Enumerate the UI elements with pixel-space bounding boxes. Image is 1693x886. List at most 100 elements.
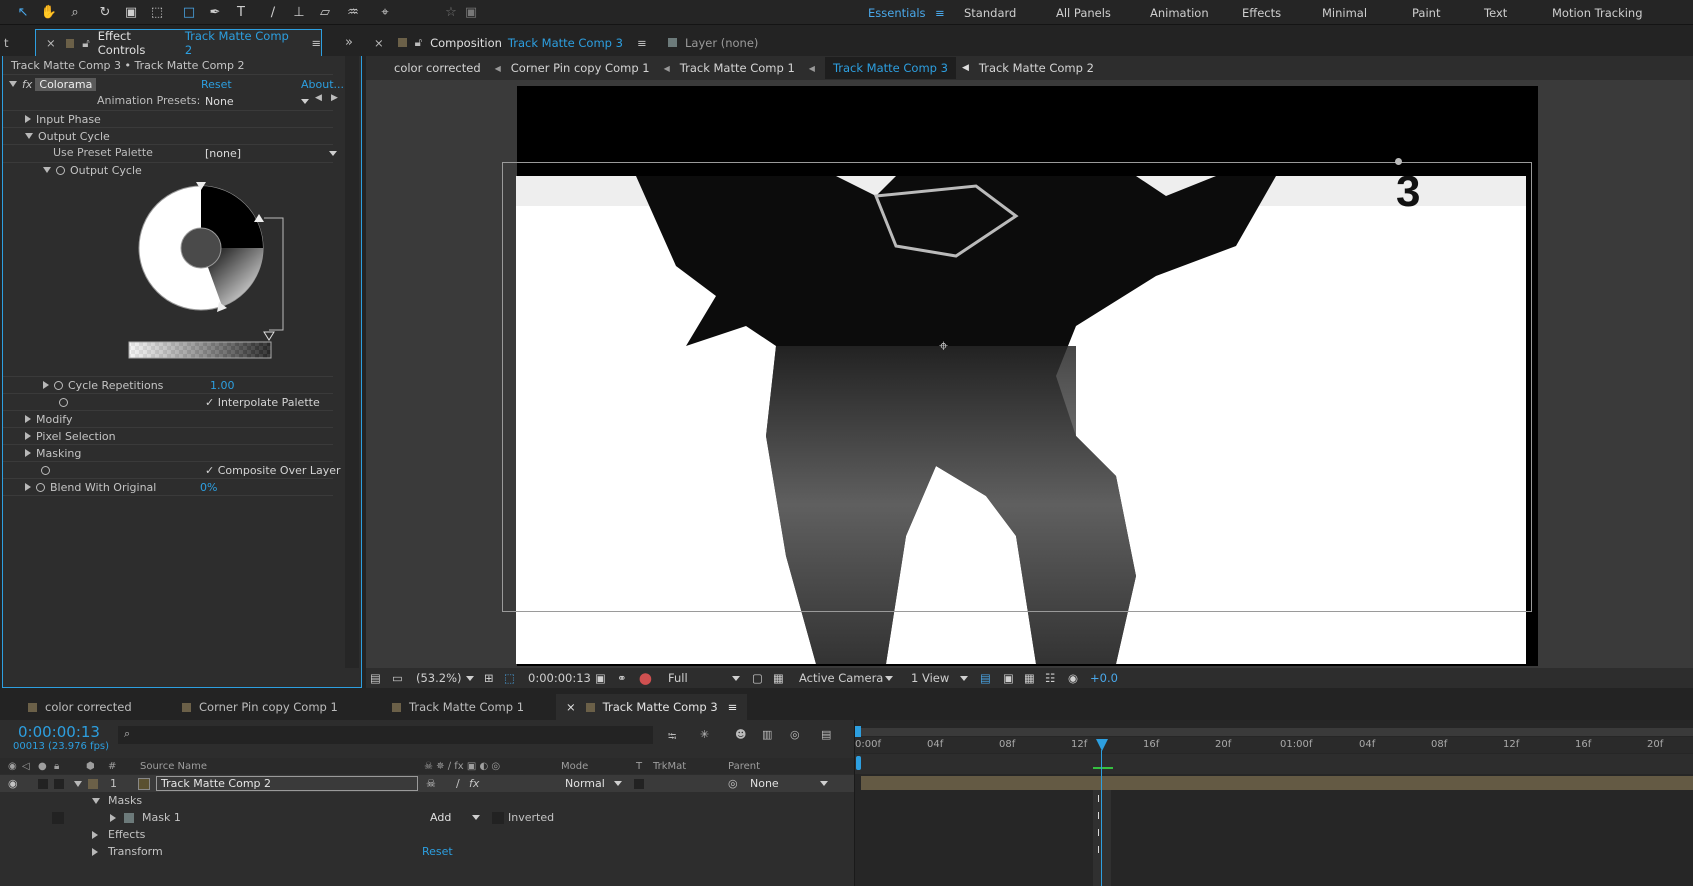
lock-icon[interactable]: 🔓︎ [82,36,89,51]
effect-controls-scrollbar[interactable] [345,56,359,668]
time-graph[interactable]: 0:00f 04f 08f 12f 16f 20f 01:00f 04f 08f… [855,720,1693,886]
close-tab-icon[interactable]: × [374,36,384,50]
stopwatch-icon[interactable] [54,380,63,390]
mask-visibility-box[interactable] [52,811,64,824]
stopwatch-icon[interactable] [59,397,68,407]
panel-overflow-icon[interactable]: » [345,29,353,56]
flow-item-track-matte-2[interactable]: Track Matte Comp 2 [979,61,1094,75]
mask-mode-value[interactable]: Add [430,811,451,824]
workspace-effects[interactable]: Effects [1242,6,1281,20]
workspace-text[interactable]: Text [1484,6,1507,20]
preset-prev-icon[interactable]: ◀ [315,93,322,103]
current-time-display[interactable]: 0:00:00:13 [528,668,591,688]
panel-menu-icon[interactable]: ≡ [311,36,321,50]
layer-parent-value[interactable]: None [750,777,779,790]
layer-duration-bar[interactable] [861,776,1693,790]
transform-row[interactable]: Transform Reset [0,843,860,860]
fx-icon[interactable]: fx [22,78,32,91]
output-cycle-wheel[interactable] [123,182,303,372]
output-cycle-sub-group[interactable]: Output Cycle [3,162,333,178]
lock-icon[interactable]: 🔒︎ [54,761,59,772]
hand-tool-icon[interactable]: ✋ [40,3,58,21]
composition-tab[interactable]: × 🔓︎ Composition Track Matte Comp 3 ≡ [374,29,647,56]
effect-header-colorama[interactable]: fx Colorama [9,76,339,92]
animation-presets-dropdown[interactable]: None [205,93,309,109]
chevron-down-icon[interactable] [820,781,828,786]
workspace-menu-icon[interactable]: ≡ [935,6,945,20]
toggle-pixel-aspect-icon[interactable]: ▤ [980,668,991,688]
camera-tool-icon[interactable]: ▣ [122,3,140,21]
eye-icon[interactable]: ◉ [8,761,17,772]
workspace-standard[interactable]: Standard [964,6,1016,20]
comp-mini-flowchart-icon[interactable]: ⭾ [668,728,676,747]
layer-row[interactable]: ◉ 1 Track Matte Comp 2 ☠ ∕ fx Normal ◎ N… [0,775,860,792]
frame-blending-icon[interactable]: ▥ [762,728,772,741]
channels-icon[interactable]: ⬤ [639,668,652,688]
mask-color-swatch[interactable] [124,812,134,823]
resolution-value[interactable]: Full [668,668,688,688]
mask-1-row[interactable]: Mask 1 Add Inverted [0,809,860,826]
show-snapshot-icon[interactable]: ⚭ [617,668,627,688]
use-preset-palette-dropdown[interactable]: [none] [205,145,337,161]
timeline-tab-color-corrected[interactable]: color corrected [28,694,132,720]
panel-menu-icon[interactable]: ≡ [637,36,647,50]
pan-behind-tool-icon[interactable]: ⬚ [148,3,166,21]
brush-tool-icon[interactable]: ∕ [264,3,282,21]
flow-item-track-matte-1[interactable]: Track Matte Comp 1 [680,61,795,75]
region-of-interest-icon[interactable]: ▢ [752,668,763,688]
layer-mode-value[interactable]: Normal [565,777,605,790]
rotation-tool-icon[interactable]: ↻ [96,3,114,21]
interpolate-palette-checkbox[interactable]: ✓ Interpolate Palette [205,396,320,409]
flow-item-color-corrected[interactable]: color corrected [394,61,481,75]
quality-switch-icon[interactable]: ∕ [456,777,460,790]
composition-viewer[interactable]: 3 ⌖ [366,80,1693,668]
timeline-icon[interactable]: ▦ [1024,668,1035,688]
snapping-icon[interactable]: ▣ [462,3,480,21]
modify-group[interactable]: Modify [3,411,333,427]
layer-name-field[interactable]: Track Matte Comp 2 [156,776,418,791]
cycle-repetitions-row[interactable]: Cycle Repetitions [3,377,333,393]
input-phase-group[interactable]: Input Phase [3,111,333,127]
column-source-name[interactable]: Source Name [140,761,207,772]
motion-blur-icon[interactable]: ◎ [790,728,800,741]
workspace-essentials[interactable]: Essentials [868,6,926,20]
layer-tab[interactable]: Layer (none) [668,29,758,56]
reset-exposure-icon[interactable]: ◉ [1068,668,1078,688]
eye-icon[interactable]: ◉ [8,777,18,790]
flowchart-icon[interactable]: ☷ [1045,668,1055,688]
pickwhip-icon[interactable]: ◎ [728,777,738,790]
workspace-motion-tracking[interactable]: Motion Tracking [1552,6,1643,20]
fast-previews-icon[interactable]: ▣ [1003,668,1014,688]
effect-about-link[interactable]: About... [301,78,344,91]
effect-reset-link[interactable]: Reset [201,78,232,91]
blend-with-original-row[interactable]: Blend With Original [3,479,333,495]
puppet-pin-tool-icon[interactable]: ⌖ [376,3,394,21]
chevron-down-icon[interactable] [466,668,474,688]
zoom-level[interactable]: (53.2%) [416,668,462,688]
stopwatch-icon[interactable] [41,465,50,475]
time-ruler[interactable]: 0:00f 04f 08f 12f 16f 20f 01:00f 04f 08f… [855,737,1693,753]
stopwatch-icon[interactable] [56,165,65,175]
layer-label-swatch[interactable] [88,778,98,789]
preset-next-icon[interactable]: ▶ [331,93,338,103]
preserve-transparency-box[interactable] [634,778,644,789]
timeline-search-input[interactable]: ⌕ [118,726,653,744]
timeline-tab-track-matte-1[interactable]: Track Matte Comp 1 [392,694,524,720]
comp-start-marker[interactable] [856,756,861,770]
chevron-down-icon[interactable] [472,815,480,820]
solo-box[interactable] [38,778,48,789]
flow-item-corner-pin[interactable]: Corner Pin copy Comp 1 [511,61,650,75]
graph-editor-icon[interactable]: ▤ [821,728,831,741]
work-area-bar[interactable] [855,728,1693,736]
effects-row[interactable]: Effects [0,826,860,843]
lock-box[interactable] [54,778,64,789]
close-tab-icon[interactable]: × [566,700,576,714]
audio-icon[interactable]: ◁ [22,761,30,772]
close-tab-icon[interactable]: × [46,36,56,50]
playhead-line[interactable] [1101,750,1102,886]
star-icon[interactable]: ☆ [442,3,460,21]
timeline-tab-corner-pin[interactable]: Corner Pin copy Comp 1 [182,694,338,720]
chevron-down-icon[interactable] [960,668,968,688]
type-tool-icon[interactable]: T [232,3,250,21]
masks-row[interactable]: Masks [0,792,860,809]
